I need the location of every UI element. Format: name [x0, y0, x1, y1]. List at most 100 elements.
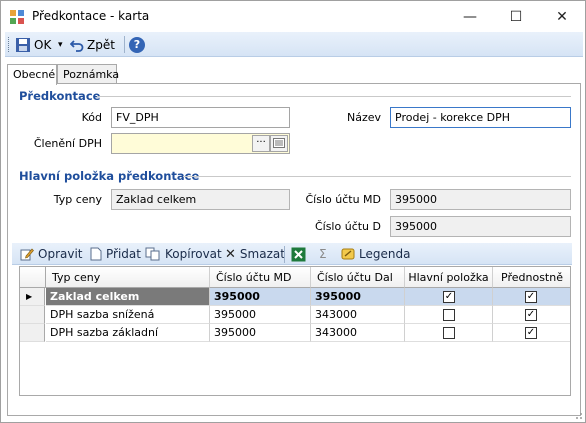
title-bar: Předkontace - karta — ☐ ✕	[1, 1, 585, 32]
grid-toolbar: Opravit Přidat Kopírovat ✕ Smazat Σ Lege…	[12, 243, 572, 265]
legend-icon	[341, 248, 355, 260]
section-title-hlavni-polozka: Hlavní položka předkontace	[19, 169, 200, 183]
edit-label: Opravit	[38, 247, 83, 261]
hlavni-polozka-checkbox[interactable]	[443, 327, 455, 339]
prednostne-checkbox[interactable]: ✓	[525, 291, 537, 303]
add-button[interactable]: Přidat	[90, 245, 141, 263]
grid-toolbar-separator	[284, 246, 285, 263]
nazev-label: Název	[346, 111, 381, 124]
table-row[interactable]: ▶ Zaklad celkem 395000 395000 ✓ ✓	[20, 288, 570, 306]
cell-ucet-dal[interactable]: 343000	[311, 306, 405, 324]
app-icon	[10, 10, 24, 24]
column-header-typ-ceny[interactable]: Typ ceny	[46, 267, 210, 288]
list-icon	[273, 138, 285, 148]
minimize-icon: —	[463, 8, 477, 25]
cell-typ-ceny[interactable]: DPH sazba základní	[46, 324, 210, 342]
back-button[interactable]: Zpět	[70, 35, 115, 54]
export-excel-button[interactable]	[291, 245, 306, 263]
cleneni-dph-label: Členění DPH	[33, 137, 102, 150]
ucet-md-label: Číslo účtu MD	[305, 193, 381, 206]
check-icon: ✓	[526, 291, 536, 302]
column-header-prednostne[interactable]: Přednostně	[493, 267, 570, 288]
toolbar-grip[interactable]	[8, 37, 10, 52]
hlavni-polozka-checkbox[interactable]: ✓	[443, 291, 455, 303]
cell-prednostne: ✓	[493, 324, 570, 342]
edit-button[interactable]: Opravit	[20, 245, 83, 263]
resize-grip-icon[interactable]	[573, 410, 583, 420]
help-button[interactable]: ?	[129, 35, 145, 54]
cell-prednostne: ✓	[493, 306, 570, 324]
copy-button[interactable]: Kopírovat	[145, 245, 222, 263]
kod-field[interactable]: FV_DPH	[111, 107, 290, 128]
delete-label: Smazat	[239, 247, 285, 261]
close-button[interactable]: ✕	[539, 1, 585, 32]
legend-label: Legenda	[359, 247, 411, 261]
back-label: Zpět	[87, 37, 115, 52]
toolbar-separator	[124, 36, 125, 53]
ucet-d-label: Číslo účtu D	[314, 220, 381, 233]
hlavni-polozka-checkbox[interactable]	[443, 309, 455, 321]
row-indicator	[20, 306, 45, 324]
sum-icon: Σ	[319, 247, 327, 261]
pencil-icon	[20, 248, 34, 261]
cell-ucet-dal[interactable]: 395000	[311, 288, 405, 306]
cell-ucet-md[interactable]: 395000	[210, 306, 311, 324]
ok-label: OK	[34, 37, 52, 52]
column-header-ucet-md[interactable]: Číslo účtu MD	[210, 267, 311, 288]
minimize-button[interactable]: —	[447, 1, 493, 32]
save-icon	[16, 37, 30, 52]
delete-button[interactable]: ✕ Smazat	[225, 245, 285, 263]
tab-obecne[interactable]: Obecné	[7, 64, 57, 85]
typ-ceny-label: Typ ceny	[53, 193, 102, 206]
close-icon: ✕	[556, 8, 568, 25]
cell-ucet-md[interactable]: 395000	[210, 324, 311, 342]
tab-poznamka[interactable]: Poznámka	[57, 64, 119, 84]
cell-hlavni-polozka: ✓	[405, 288, 493, 306]
check-icon: ✓	[526, 327, 536, 338]
check-icon: ✓	[526, 309, 536, 320]
cell-prednostne: ✓	[493, 288, 570, 306]
excel-icon	[291, 247, 306, 261]
legend-button[interactable]: Legenda	[341, 245, 410, 263]
prednostne-checkbox[interactable]: ✓	[525, 309, 537, 321]
lookup-button[interactable]	[270, 135, 288, 152]
chevron-down-icon: ▾	[58, 39, 63, 50]
new-document-icon	[90, 247, 102, 261]
cell-ucet-dal[interactable]: 343000	[311, 324, 405, 342]
cell-ucet-md[interactable]: 395000	[210, 288, 311, 306]
cell-typ-ceny[interactable]: Zaklad celkem	[46, 288, 210, 306]
ellipsis-icon: ···	[256, 137, 266, 148]
table-row[interactable]: DPH sazba snížená 395000 343000 ✓	[20, 306, 570, 324]
column-header-hlavni-polozka[interactable]: Hlavní položka	[405, 267, 493, 288]
predkontace-window: Předkontace - karta — ☐ ✕ OK ▾ Zpět ? Ob…	[0, 0, 586, 423]
maximize-button[interactable]: ☐	[493, 1, 539, 32]
section-title-predkontace: Předkontace	[19, 89, 101, 103]
delete-icon: ✕	[225, 246, 236, 262]
cell-hlavni-polozka	[405, 324, 493, 342]
ok-button[interactable]: OK	[15, 35, 51, 54]
add-label: Přidat	[106, 247, 141, 261]
ellipsis-button[interactable]: ···	[252, 135, 270, 152]
ok-dropdown[interactable]: ▾	[58, 35, 63, 54]
copy-icon	[145, 247, 160, 261]
main-toolbar: OK ▾ Zpět ?	[5, 32, 583, 57]
ucet-d-field: 395000	[390, 216, 571, 237]
nazev-field[interactable]: Prodej - korekce DPH	[390, 107, 571, 128]
undo-icon	[70, 39, 84, 52]
row-indicator	[20, 324, 45, 342]
predkontace-grid: Typ ceny Číslo účtu MD Číslo účtu Dal Hl…	[19, 266, 571, 396]
section-divider	[97, 96, 571, 97]
cell-typ-ceny[interactable]: DPH sazba snížená	[46, 306, 210, 324]
current-row-indicator-icon: ▶	[20, 288, 45, 306]
check-icon: ✓	[444, 291, 454, 302]
column-header-ucet-dal[interactable]: Číslo účtu Dal	[311, 267, 405, 288]
maximize-icon: ☐	[509, 8, 523, 25]
copy-label: Kopírovat	[165, 247, 222, 261]
section-divider	[183, 176, 571, 177]
sum-button[interactable]: Σ	[319, 245, 327, 263]
typ-ceny-field: Zaklad celkem	[111, 189, 290, 210]
cell-hlavni-polozka	[405, 306, 493, 324]
window-title: Předkontace - karta	[32, 9, 150, 23]
table-row[interactable]: DPH sazba základní 395000 343000 ✓	[20, 324, 570, 342]
prednostne-checkbox[interactable]: ✓	[525, 327, 537, 339]
